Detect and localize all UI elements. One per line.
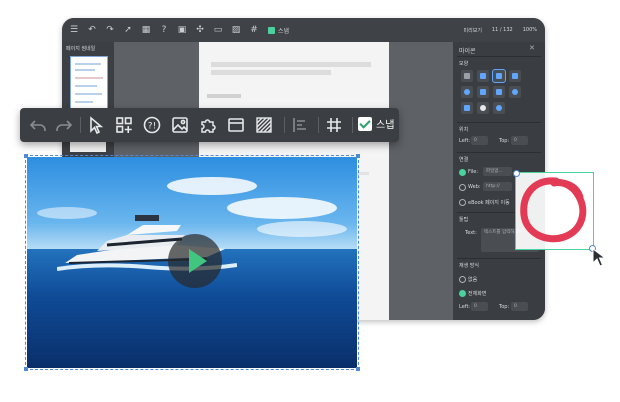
display-left-input[interactable]: 0 (471, 302, 488, 311)
position-top-input[interactable]: 0 (511, 136, 528, 145)
quiz-icon[interactable]: ?! (142, 115, 162, 135)
shape-button[interactable] (461, 102, 473, 114)
window-small-icon[interactable]: ▭ (212, 24, 224, 36)
redo-icon[interactable] (54, 115, 74, 135)
display-none-radio[interactable] (459, 276, 466, 283)
image-small-icon[interactable]: ▣ (176, 24, 188, 36)
preview-button[interactable]: 미리보기 (464, 27, 482, 34)
undo-icon[interactable] (28, 115, 48, 135)
link-file-input[interactable]: 파일없... (483, 167, 512, 176)
image-icon[interactable] (170, 115, 190, 135)
quiz-small-icon[interactable]: ? (158, 24, 170, 36)
shape-button[interactable] (477, 102, 489, 114)
redo-small-icon[interactable]: ↷ (104, 24, 116, 36)
shape-button[interactable] (461, 86, 473, 98)
circle-stamp-selection[interactable] (513, 170, 596, 252)
link-section-title: 연결 (459, 157, 469, 163)
menu-icon[interactable]: ☰ (68, 24, 80, 36)
shape-button[interactable] (493, 86, 505, 98)
app-top-bar: ☰ ↶ ↷ ➚ ▦ ? ▣ ✣ ▭ ▨ # 스냅 미리보기 11 / 132 1… (62, 18, 545, 42)
grid-small-icon[interactable]: # (248, 24, 260, 36)
add-widget-icon[interactable] (114, 115, 134, 135)
panel-title: 페이지 썸네일 (66, 46, 96, 52)
panel-title: 마이콘 (459, 48, 476, 55)
position-left-input[interactable]: 0 (471, 136, 488, 145)
snap-checkbox[interactable] (358, 116, 372, 131)
pattern-small-icon[interactable]: ▨ (230, 24, 242, 36)
close-icon[interactable]: ✕ (529, 44, 535, 52)
pattern-icon[interactable] (254, 115, 274, 135)
display-fullscreen-radio[interactable] (459, 290, 466, 297)
top-snap-toggle[interactable]: 스냅 (268, 26, 289, 35)
cursor-small-icon[interactable]: ➚ (122, 24, 134, 36)
zoom-level[interactable]: 100% (523, 27, 537, 33)
undo-small-icon[interactable]: ↶ (86, 24, 98, 36)
puzzle-small-icon[interactable]: ✣ (194, 24, 206, 36)
link-file-radio[interactable] (459, 169, 466, 176)
svg-text:?!: ?! (148, 122, 156, 132)
shape-button[interactable] (461, 70, 473, 82)
window-icon[interactable] (226, 115, 246, 135)
grid-icon[interactable] (324, 115, 344, 135)
shape-button[interactable] (509, 86, 521, 98)
select-cursor-icon[interactable] (86, 115, 106, 135)
mouse-cursor-icon (592, 248, 607, 267)
snap-toggle[interactable]: 스냅 (358, 116, 394, 131)
shape-section-title: 모양 (459, 61, 469, 67)
page-indicator: 11 / 132 (491, 27, 513, 33)
puzzle-icon[interactable] (198, 115, 218, 135)
floating-toolbar: ?! 스냅 (20, 108, 399, 142)
snap-label: 스냅 (376, 120, 395, 131)
link-ebook-radio[interactable] (459, 199, 466, 206)
shape-button[interactable] (509, 70, 521, 82)
snap-checkbox-icon (268, 26, 275, 34)
align-icon[interactable] (290, 115, 310, 135)
shape-button[interactable] (477, 70, 489, 82)
display-top-input[interactable]: 0 (511, 302, 528, 311)
link-web-input[interactable]: http:// (483, 182, 512, 191)
widget-small-icon[interactable]: ▦ (140, 24, 152, 36)
tooltip-section-title: 툴팁 (459, 217, 469, 223)
shape-button[interactable] (493, 102, 505, 114)
link-web-radio[interactable] (459, 184, 466, 191)
page-thumbnail[interactable] (70, 56, 108, 110)
top-right-controls: 미리보기 11 / 132 100% (464, 18, 537, 42)
shape-button[interactable] (492, 69, 506, 83)
position-section-title: 위치 (459, 127, 469, 133)
shape-button[interactable] (477, 86, 489, 98)
play-button-icon[interactable] (168, 234, 222, 288)
red-circle-stamp-icon (520, 177, 587, 243)
display-section-title: 재생 방식 (459, 263, 479, 269)
